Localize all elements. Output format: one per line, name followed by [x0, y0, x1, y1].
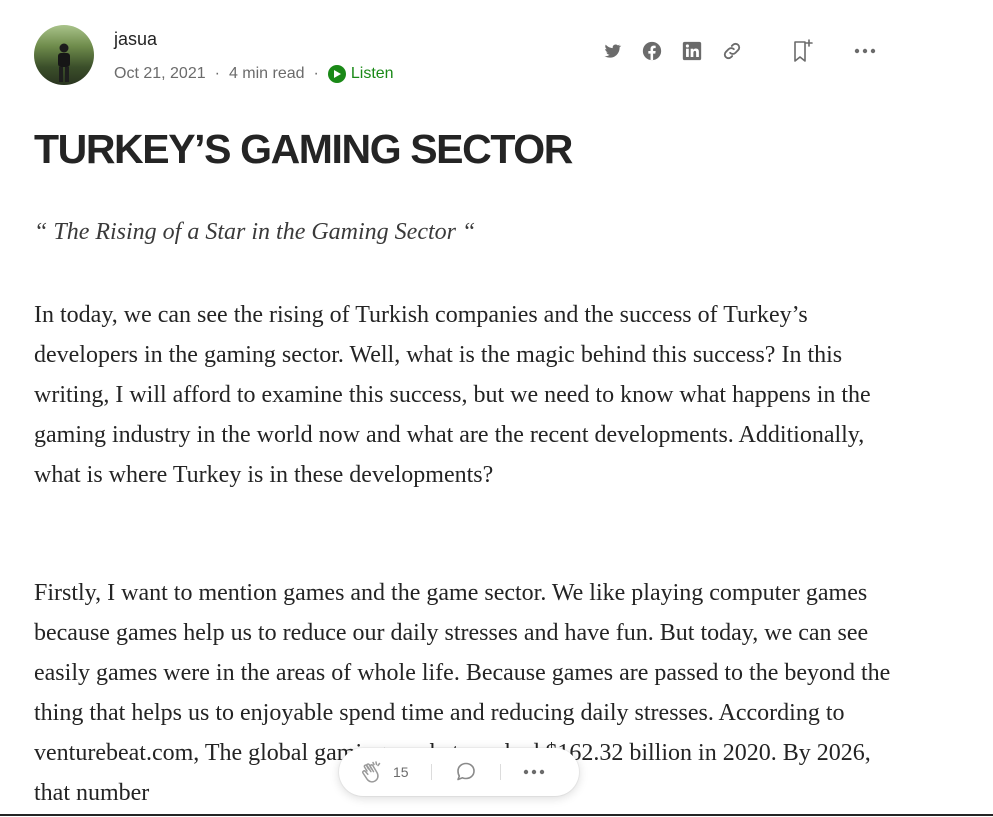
read-time: 4 min read [228, 65, 305, 82]
avatar-person-figure [58, 43, 70, 82]
link-icon[interactable] [720, 39, 744, 63]
article-meta: Oct 21, 2021 · 4 min read · Listen [114, 65, 394, 83]
article-header: jasua Oct 21, 2021 · 4 min read · Listen [34, 25, 884, 87]
clap-button[interactable]: 15 [359, 759, 409, 785]
comment-button[interactable] [454, 760, 478, 784]
more-icon [523, 769, 544, 775]
viewport-bottom-border [0, 814, 993, 816]
meta-separator: · [313, 65, 319, 82]
listen-label: Listen [350, 65, 394, 82]
divider [430, 764, 432, 780]
listen-button[interactable]: Listen [327, 65, 394, 83]
more-actions-button[interactable] [523, 769, 545, 775]
meta-separator: · [214, 65, 220, 82]
bookmark-add-icon[interactable] [790, 39, 814, 63]
twitter-icon[interactable] [600, 39, 624, 63]
facebook-icon[interactable] [640, 39, 664, 63]
comment-icon [456, 762, 475, 781]
article-subtitle: “ The Rising of a Star in the Gaming Sec… [34, 219, 476, 245]
divider [499, 764, 501, 780]
engagement-bar: 15 [339, 748, 579, 796]
play-icon [327, 65, 346, 83]
clap-icon [362, 761, 381, 783]
publish-date: Oct 21, 2021 [114, 65, 206, 82]
linkedin-icon[interactable] [680, 39, 704, 63]
author-name[interactable]: jasua [114, 29, 157, 50]
more-icon[interactable] [853, 39, 877, 63]
avatar[interactable] [34, 25, 94, 85]
article-paragraph: In today, we can see the rising of Turki… [34, 302, 871, 488]
article-title: TURKEY’S GAMING SECTOR [34, 126, 573, 172]
clap-count: 15 [393, 764, 409, 780]
